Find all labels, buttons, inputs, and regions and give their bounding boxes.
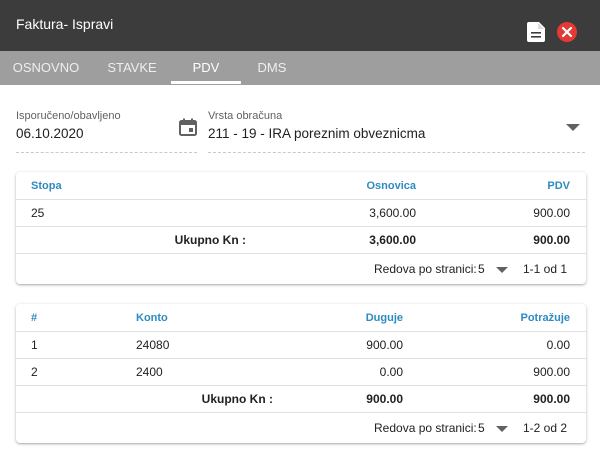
col-header-potrazuje: Potražuje [520,312,570,324]
total-label: Ukupno Kn : [174,233,246,247]
tab-stavke[interactable]: STAVKE [92,51,172,85]
date-field-label: Isporučeno/obavljeno [16,110,121,122]
date-field-value: 06.10.2020 [16,126,84,141]
total-osnovica: 3,600.00 [369,233,416,247]
row-divider [16,385,586,386]
konto-table: # Konto Duguje Potražuje 1 24080 900.00 … [16,304,586,443]
cell-konto: 2400 [136,365,163,379]
cell-duguje: 0.00 [379,365,403,379]
document-icon[interactable] [527,22,545,42]
col-header-stopa: Stopa [31,180,62,192]
total-pdv: 900.00 [533,233,570,247]
tab-bar: OSNOVNO STAVKE PDV DMS [0,51,600,85]
pdv-table: Stopa Osnovica PDV 25 3,600.00 900.00 Uk… [16,172,586,284]
row-divider [16,331,586,332]
total-potrazuje: 900.00 [533,392,570,406]
col-header-osnovica: Osnovica [366,180,416,192]
page-range: 1-2 od 2 [523,421,568,435]
active-tab-indicator [171,81,241,84]
rows-per-page-value[interactable]: 5 [478,262,485,276]
tab-pdv[interactable]: PDV [171,51,241,85]
cell-potrazuje: 900.00 [533,365,570,379]
col-header-num: # [31,312,38,324]
calc-type-select[interactable]: Vrsta obračuna 211 - 19 - IRA poreznim o… [208,110,425,141]
row-divider [16,358,586,359]
total-label: Ukupno Kn : [201,392,273,406]
close-icon[interactable] [557,22,577,42]
col-header-duguje: Duguje [365,312,403,324]
title-bar: Faktura- Ispravi [0,0,600,51]
calendar-icon[interactable] [179,118,197,136]
cell-pdv: 900.00 [533,206,570,220]
chevron-down-icon[interactable] [496,426,508,432]
date-field-underline [16,152,197,153]
chevron-down-icon[interactable] [496,267,508,273]
cell-potrazuje: 0.00 [546,338,570,352]
cell-num: 1 [31,338,38,352]
row-divider [16,199,586,200]
row-divider [16,412,586,413]
calc-type-underline [208,152,585,153]
page-range: 1-1 od 1 [523,262,568,276]
cell-konto: 24080 [136,338,170,352]
col-header-pdv: PDV [547,180,570,192]
cell-stopa: 25 [31,206,45,220]
calc-type-label: Vrsta obračuna [208,110,283,122]
total-duguje: 900.00 [366,392,403,406]
col-header-konto: Konto [136,312,168,324]
cell-duguje: 900.00 [366,338,403,352]
row-divider [16,253,586,254]
chevron-down-icon[interactable] [566,124,580,131]
rows-per-page-label: Redova po stranici: [374,421,477,435]
date-field[interactable]: Isporučeno/obavljeno 06.10.2020 [16,110,121,141]
row-divider [16,226,586,227]
cell-osnovica: 3,600.00 [369,206,416,220]
tab-dms[interactable]: DMS [241,51,303,85]
tab-osnovno[interactable]: OSNOVNO [0,51,92,85]
window-title: Faktura- Ispravi [16,16,114,32]
calc-type-value: 211 - 19 - IRA poreznim obveznicma [208,126,426,141]
rows-per-page-label: Redova po stranici: [374,262,477,276]
rows-per-page-value[interactable]: 5 [478,421,485,435]
cell-num: 2 [31,365,38,379]
